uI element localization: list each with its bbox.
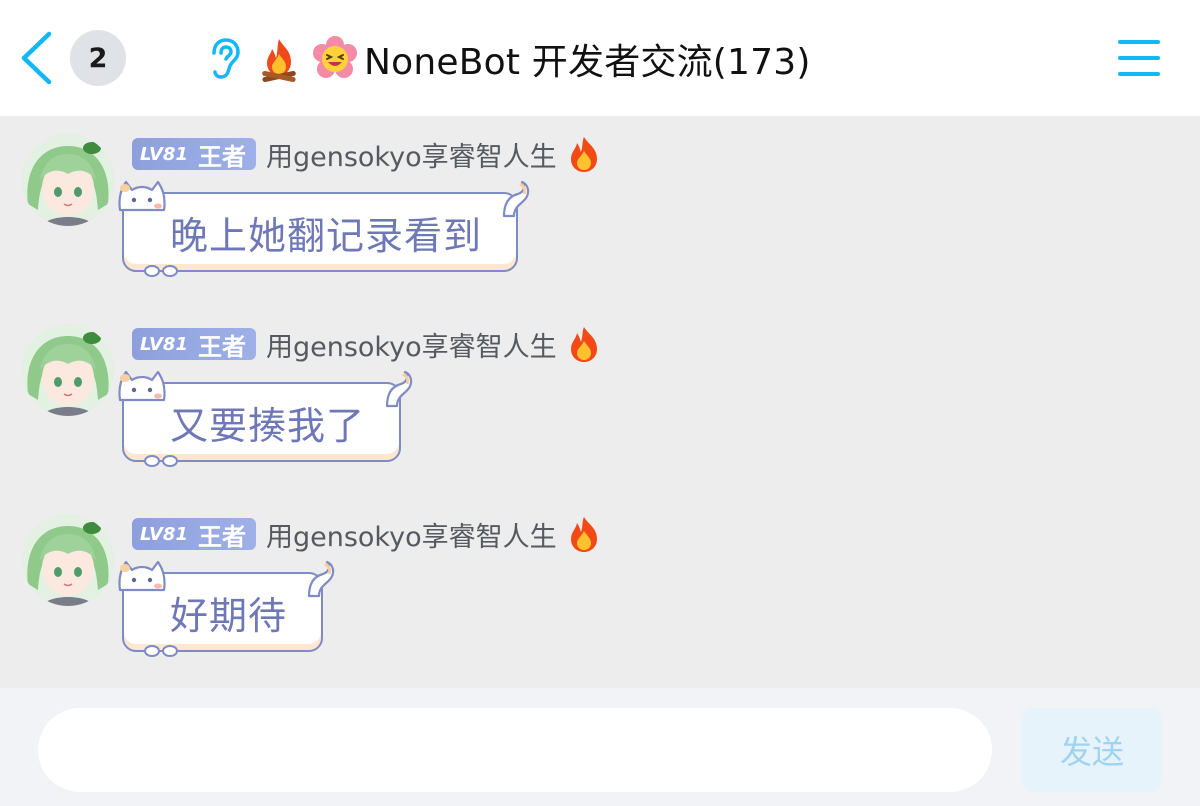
avatar[interactable] xyxy=(22,134,114,226)
avatar[interactable] xyxy=(22,514,114,606)
message-meta: LV81 王者 用gensokyo享睿智人生 xyxy=(132,515,603,554)
group-title: NoneBot 开发者交流(173) xyxy=(364,42,811,83)
message-bubble[interactable]: 又要揍我了 xyxy=(118,370,413,467)
message-item: LV81 王者 用gensokyo享睿智人生 xyxy=(0,498,1200,657)
sender-nickname[interactable]: 用gensokyo享睿智人生 xyxy=(266,515,557,554)
cat-tail-icon xyxy=(385,370,413,408)
level-title: 王者 xyxy=(197,142,246,171)
laughing-flower-icon xyxy=(312,36,358,82)
fire-icon xyxy=(256,35,304,83)
cat-decoration-icon xyxy=(118,180,166,212)
unread-count-badge[interactable]: 2 xyxy=(70,30,126,86)
level-tag: LV81 王者 xyxy=(132,518,256,551)
cat-tail-icon xyxy=(502,180,530,218)
fire-icon xyxy=(567,325,603,363)
back-button[interactable] xyxy=(14,30,58,86)
level-title: 王者 xyxy=(197,522,246,551)
level-number: LV81 xyxy=(140,523,188,545)
menu-icon xyxy=(1118,40,1160,44)
message-input[interactable] xyxy=(38,708,992,792)
level-title: 王者 xyxy=(197,332,246,361)
cat-decoration-icon xyxy=(118,560,166,592)
cat-paws-icon xyxy=(144,455,178,467)
message-text: 晚上她翻记录看到 xyxy=(170,213,483,258)
avatar[interactable] xyxy=(22,324,114,416)
fire-icon xyxy=(567,515,603,553)
message-meta: LV81 王者 用gensokyo享睿智人生 xyxy=(132,325,603,364)
message-item: LV81 王者 用gensokyo享睿智人生 xyxy=(0,308,1200,467)
message-meta: LV81 王者 用gensokyo享睿智人生 xyxy=(132,135,603,174)
message-text: 又要揍我了 xyxy=(170,403,366,448)
fire-icon xyxy=(567,135,603,173)
message-bubble[interactable]: 好期待 xyxy=(118,560,335,657)
cat-paws-icon xyxy=(144,265,178,277)
cat-tail-icon xyxy=(307,560,335,598)
chat-header: 2 NoneBot 开发者交流(173) xyxy=(0,0,1200,116)
message-bubble[interactable]: 晚上她翻记录看到 xyxy=(118,180,530,277)
level-tag: LV81 王者 xyxy=(132,328,256,361)
sender-nickname[interactable]: 用gensokyo享睿智人生 xyxy=(266,325,557,364)
group-title-area[interactable]: NoneBot 开发者交流(173) xyxy=(206,30,811,88)
back-arrow-icon xyxy=(21,31,52,85)
ear-icon xyxy=(206,37,246,81)
send-button[interactable]: 发送 xyxy=(1022,708,1162,792)
composer-bar: 发送 xyxy=(0,688,1200,806)
level-number: LV81 xyxy=(140,143,188,165)
level-number: LV81 xyxy=(140,333,188,355)
cat-paws-icon xyxy=(144,645,178,657)
level-tag: LV81 王者 xyxy=(132,138,256,171)
message-item: LV81 王者 用gensokyo享睿智人生 xyxy=(0,118,1200,277)
sender-nickname[interactable]: 用gensokyo享睿智人生 xyxy=(266,135,557,174)
message-text: 好期待 xyxy=(170,593,288,638)
menu-button[interactable] xyxy=(1116,36,1162,80)
cat-decoration-icon xyxy=(118,370,166,402)
